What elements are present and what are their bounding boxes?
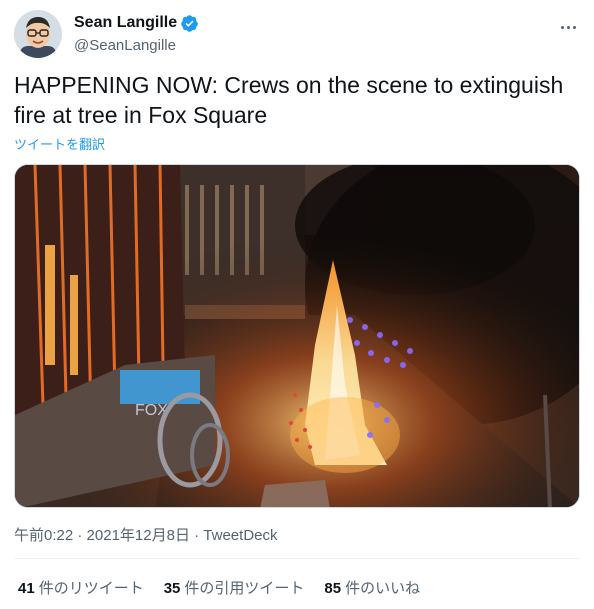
tweet-photo[interactable]: FOX — [14, 164, 580, 508]
likes-count: 85 — [324, 580, 342, 597]
quote-tweets-count: 35 — [163, 580, 181, 597]
translate-tweet-link[interactable]: ツイートを翻訳 — [14, 134, 105, 153]
author-block: Sean Langille @SeanLangille — [74, 13, 199, 54]
quote-tweets-stat[interactable]: 35 件の引用ツイート — [164, 577, 305, 598]
retweets-label: 件のリツイート — [38, 580, 144, 597]
more-options-icon[interactable] — [556, 18, 580, 36]
avatar-cartoon-face — [14, 10, 62, 58]
likes-stat[interactable]: 85 件のいいね — [324, 577, 420, 598]
separator: · — [77, 527, 83, 544]
tweet-stats: 41 件のリツイート 35 件の引用ツイート 85 件のいいね — [18, 577, 420, 598]
author-name[interactable]: Sean Langille — [74, 14, 177, 32]
separator: · — [194, 527, 200, 544]
retweets-stat[interactable]: 41 件のリツイート — [18, 577, 144, 598]
divider — [14, 558, 580, 559]
tweet-date[interactable]: 2021年12月8日 — [87, 527, 190, 544]
tweet-source: TweetDeck — [203, 527, 278, 544]
avatar[interactable] — [14, 10, 62, 58]
quote-tweets-label: 件の引用ツイート — [184, 580, 305, 597]
tweet-time[interactable]: 午前0:22 — [14, 527, 73, 544]
retweets-count: 41 — [18, 580, 35, 597]
tweet-header: Sean Langille @SeanLangille — [14, 10, 580, 60]
tweet-timestamp: 午前0:22 · 2021年12月8日 · TweetDeck — [14, 524, 278, 545]
likes-label: 件のいいね — [345, 580, 421, 597]
author-handle[interactable]: @SeanLangille — [74, 37, 199, 54]
fire-tree-photo: FOX — [15, 165, 579, 507]
verified-badge-icon — [180, 14, 199, 33]
tweet-text: HAPPENING NOW: Crews on the scene to ext… — [14, 72, 564, 128]
